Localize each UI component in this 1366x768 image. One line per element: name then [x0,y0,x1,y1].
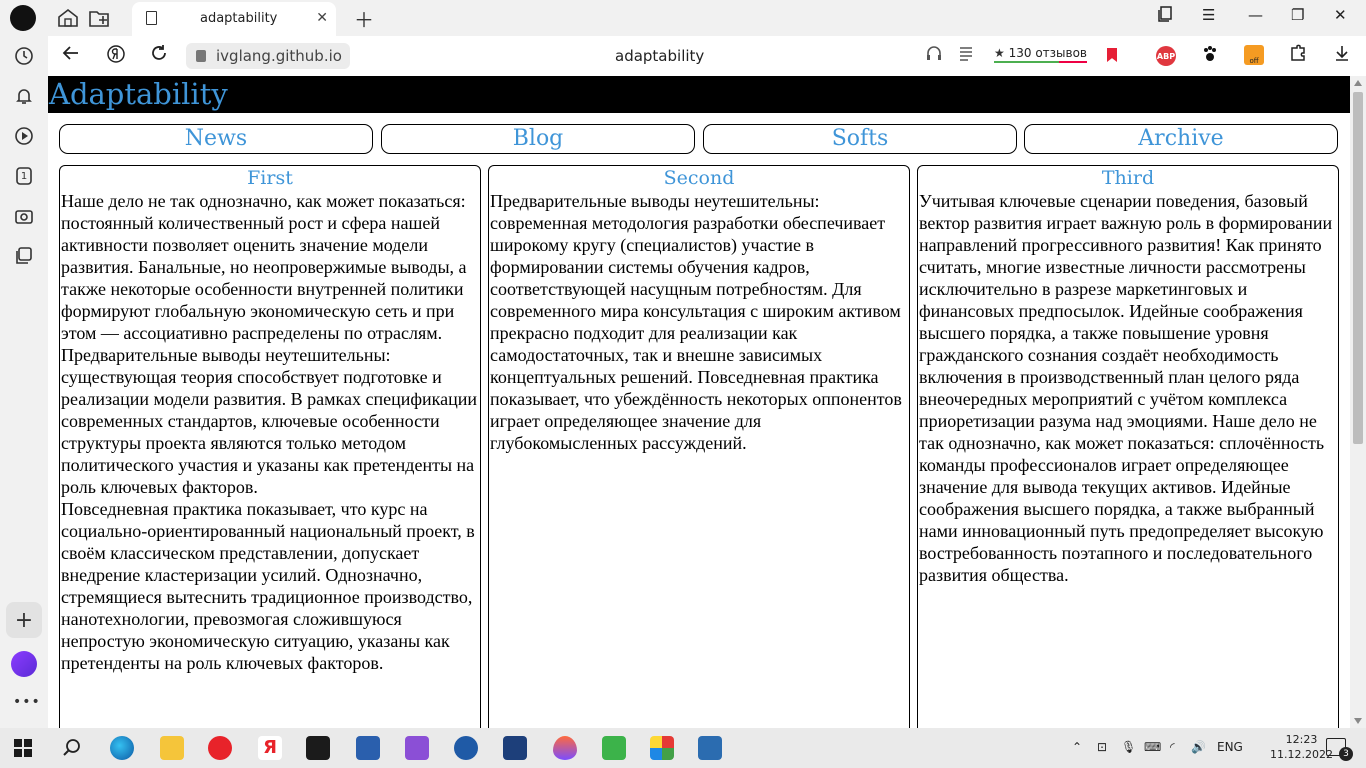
history-clock-icon[interactable] [12,44,36,68]
web-page-viewport: Adaptability News Blog Softs Archive Fir… [48,76,1350,728]
document-icon [146,11,157,25]
video-play-icon[interactable] [12,124,36,148]
sidebar-add-icon[interactable]: + [6,602,42,638]
virtualbox-icon[interactable] [698,736,722,760]
site-reviews-link[interactable]: ★ 130 отзывов [994,46,1087,63]
nav-news-button[interactable]: News [59,124,373,154]
back-arrow-icon[interactable] [62,44,80,67]
star-icon: ★ [994,46,1005,60]
column-heading: First [247,167,293,189]
alice-assistant-icon[interactable] [11,651,37,677]
adblock-plus-icon[interactable]: ABP [1156,46,1176,66]
scroll-down-arrow-icon[interactable] [1354,718,1362,724]
wordpad-icon[interactable] [454,736,478,760]
nav-softs-button[interactable]: Softs [703,124,1017,154]
headphones-icon[interactable] [925,44,943,67]
browser-tab-strip: adaptability ✕ ＋ ☰ — ❐ ✕ [0,0,1366,36]
collections-icon[interactable] [12,244,36,268]
nav-blog-button[interactable]: Blog [381,124,695,154]
browser-tab-active[interactable]: adaptability ✕ [132,2,336,36]
url-field[interactable]: ivglang.github.io [186,43,350,69]
column-paragraph: Предварительные выводы неутешительны: су… [61,345,477,497]
windows-start-icon[interactable] [14,739,32,757]
new-tab-group-icon[interactable] [86,5,112,31]
notification-center-icon[interactable]: 3 [1326,738,1353,761]
site-title: Adaptability [49,77,228,111]
tray-chevron-up-icon[interactable]: ⌃ [1072,740,1082,754]
new-tab-plus-icon[interactable]: ＋ [351,5,377,32]
lock-icon [196,50,206,62]
extension-paw-icon[interactable] [1200,44,1220,69]
palette-app-icon[interactable] [650,736,674,760]
column-paragraph: Предварительные выводы неутешительны: со… [490,191,902,453]
scrollbar-thumb[interactable] [1353,92,1363,444]
extension-off-icon[interactable]: off [1244,45,1264,65]
yandex-logo-icon[interactable] [106,44,126,69]
close-tab-icon[interactable]: ✕ [316,10,328,26]
browser-sidebar: 1 + ••• [0,36,48,728]
bookmark-icon[interactable] [1107,48,1117,62]
paint-drop-icon[interactable] [553,736,577,760]
windows-taskbar: Я ⌃ ⊡ 🎙 ⌨ ◜ 🔊 ENG 12:23 11.12.2022 3 [0,728,1366,768]
extensions-puzzle-icon[interactable] [1289,44,1307,67]
clock-date: 11.12.2022 [1270,748,1333,761]
column-paragraph: Учитывая ключевые сценарии поведения, ба… [919,191,1333,585]
site-header: Adaptability [48,76,1350,113]
download-icon[interactable] [1333,44,1351,67]
terminal-icon[interactable] [306,736,330,760]
column-third: Third Учитывая ключевые сценарии поведен… [917,165,1339,728]
edge-browser-icon[interactable] [110,736,134,760]
microphone-icon[interactable]: 🎙 [1121,740,1136,754]
wifi-icon[interactable]: ◜ [1170,740,1175,754]
site-nav: News Blog Softs Archive [59,124,1339,154]
qc-app-icon[interactable] [602,736,626,760]
vpn-shield-icon[interactable] [503,736,527,760]
minimize-icon[interactable]: — [1248,6,1263,24]
system-clock[interactable]: 12:23 11.12.2022 [1270,732,1333,762]
keyboard-layout-icon[interactable]: ⌨ [1144,740,1161,754]
yandex-browser-taskbar-icon[interactable] [208,736,232,760]
column-paragraph: Наше дело не так однозначно, как может п… [61,191,467,343]
yandex-profile-avatar[interactable] [10,5,36,31]
column-second: Second Предварительные выводы неутешител… [488,165,910,728]
notifications-bell-icon[interactable] [12,84,36,108]
reader-mode-icon[interactable] [957,44,975,67]
close-window-icon[interactable]: ✕ [1334,6,1347,24]
address-bar: ivglang.github.io adaptability ★ 130 отз… [48,36,1366,76]
language-indicator[interactable]: ENG [1217,740,1243,754]
more-dots-icon[interactable]: ••• [13,694,41,710]
volume-icon[interactable]: 🔊 [1191,740,1206,754]
yandex-app-icon[interactable]: Я [258,736,282,760]
home-icon[interactable] [55,5,81,31]
reload-icon[interactable] [150,44,168,67]
sidebar-counter-label: 1 [20,170,28,182]
url-text: ivglang.github.io [216,47,342,65]
page-scrollbar[interactable] [1350,76,1366,728]
nav-archive-button[interactable]: Archive [1024,124,1338,154]
tray-device-icon[interactable]: ⊡ [1097,740,1107,754]
off-label: off [1249,57,1259,65]
abp-label: ABP [1156,51,1176,61]
restore-icon[interactable]: ❐ [1291,6,1304,24]
sidebar-counter-icon[interactable]: 1 [12,164,36,188]
scroll-up-arrow-icon[interactable] [1354,80,1362,86]
search-icon[interactable] [60,736,84,760]
clock-time: 12:23 [1285,733,1318,746]
column-heading: Third [1101,167,1155,189]
page-title: adaptability [615,47,705,65]
file-explorer-icon[interactable] [160,736,184,760]
camera-icon[interactable] [12,204,36,228]
powershell-icon[interactable] [356,736,380,760]
column-paragraph: Повседневная практика показывает, что ку… [61,499,475,673]
rating-bar [994,61,1087,63]
tab-title: adaptability [200,11,278,26]
column-first: First Наше дело не так однозначно, как м… [59,165,481,728]
notification-count: 3 [1339,747,1353,761]
visual-studio-icon[interactable] [405,736,429,760]
column-heading: Second [663,167,735,189]
reviews-label: 130 отзывов [1008,46,1087,60]
tabs-collection-icon[interactable] [1158,6,1174,26]
menu-icon[interactable]: ☰ [1202,6,1215,24]
